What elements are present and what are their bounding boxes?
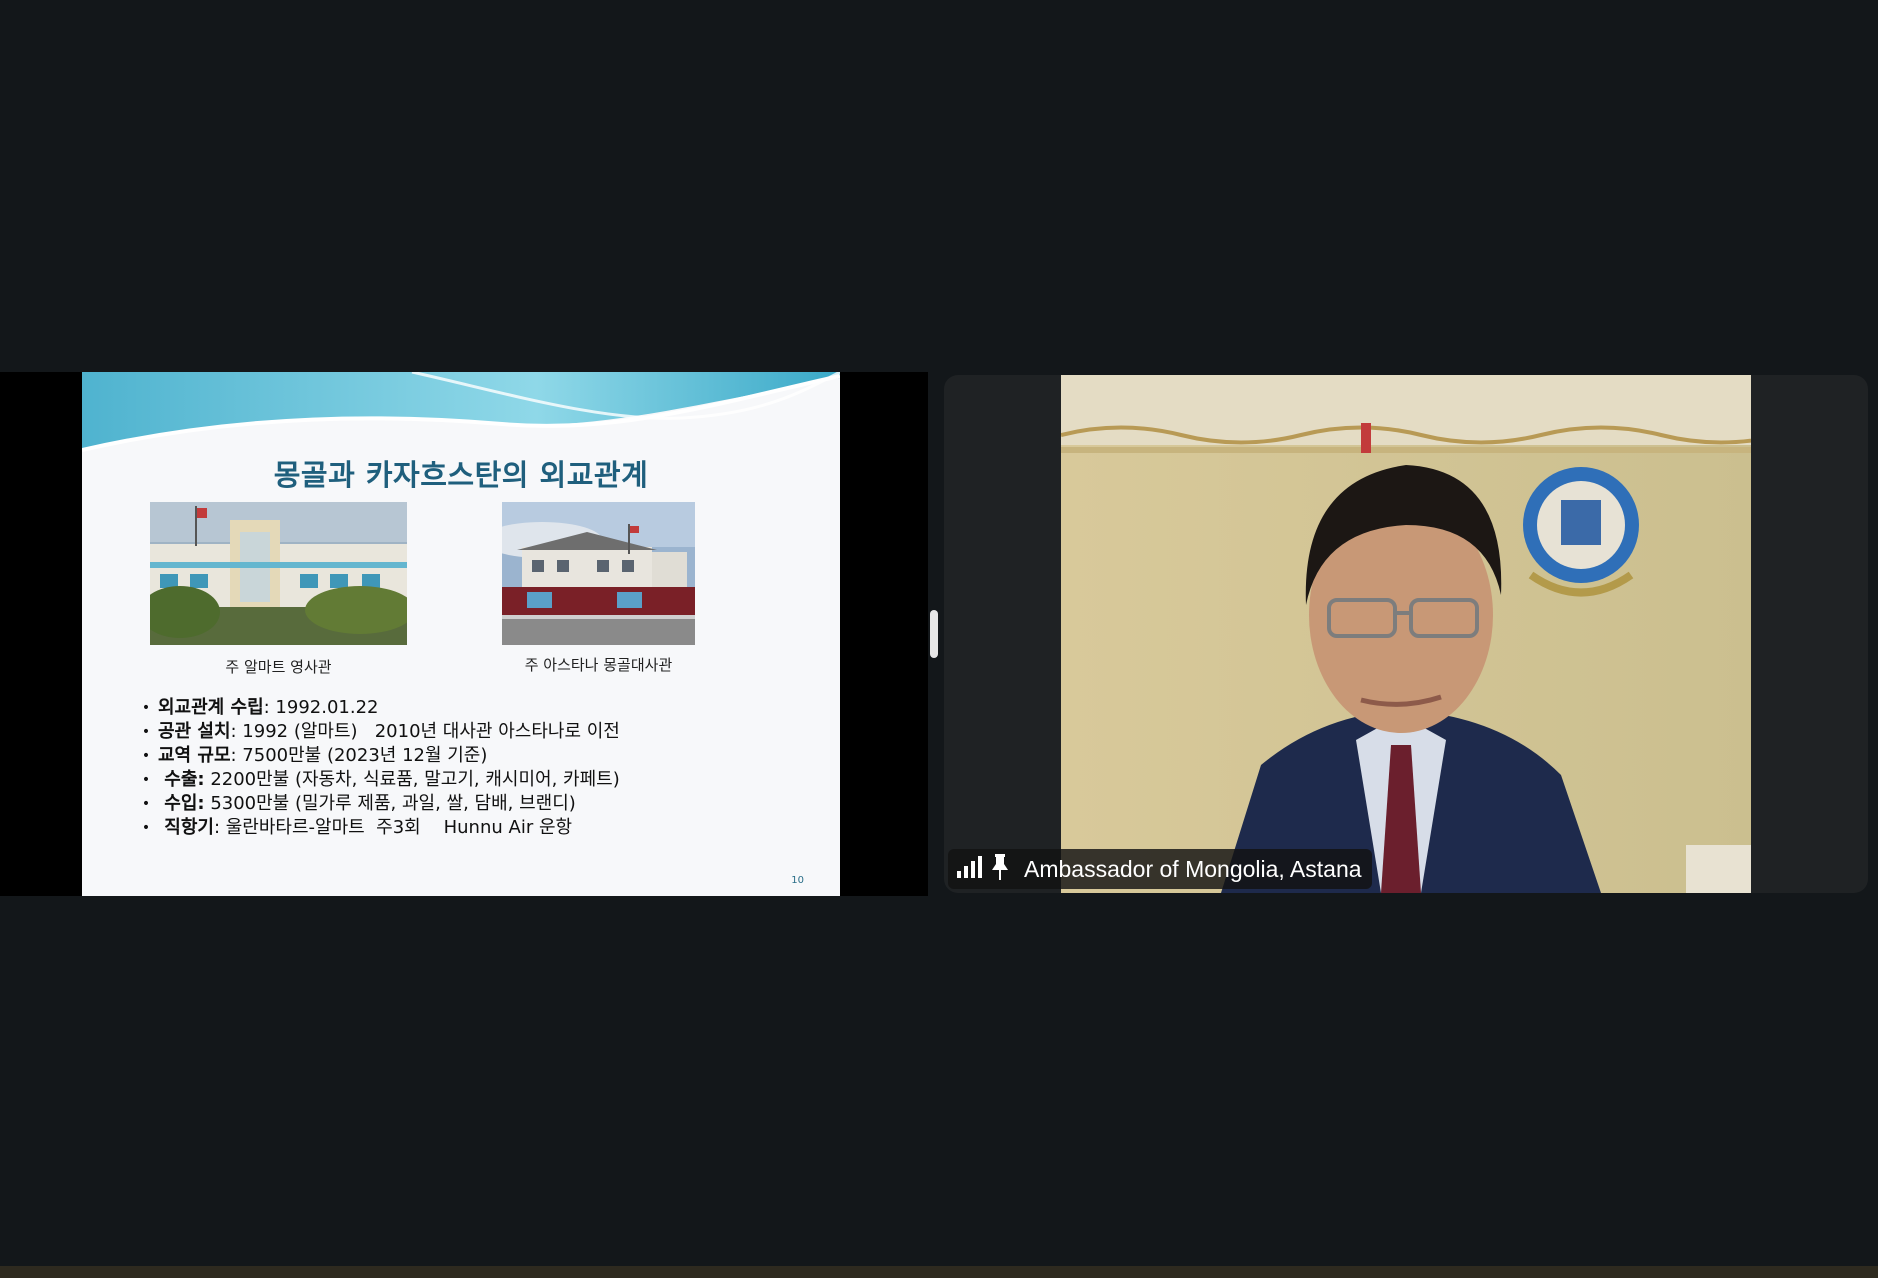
astana-embassy-photo: [502, 502, 695, 645]
bullet-marker: •: [141, 772, 151, 788]
participant-name-badge: Ambassador of Mongolia, Astana: [948, 849, 1372, 889]
slide-bullet-list: • 외교관계 수립: 1992.01.22 • 공관 설치: 1992 (알마트) …: [134, 696, 620, 840]
bullet-bold: 외교관계 수립: [158, 697, 264, 718]
screen-share-pane: 몽골과 카자흐스탄의 외교관계 주 알마트 영사관 주 아스타나 몽골대사관 •…: [0, 372, 928, 896]
bullet-bold: 수출:: [158, 769, 205, 790]
participant-video-feed: [1061, 375, 1751, 893]
pin-icon[interactable]: [990, 854, 1010, 884]
presentation-slide: 몽골과 카자흐스탄의 외교관계 주 알마트 영사관 주 아스타나 몽골대사관 •…: [82, 372, 840, 896]
bullet-bold: 교역 규모: [158, 745, 231, 766]
splitter-drag-handle[interactable]: [930, 610, 938, 658]
bullet-item: • 수입: 5300만불 (밀가루 제품, 과일, 쌀, 담배, 브랜디): [134, 792, 620, 816]
bullet-text: : 1992 (알마트) 2010년 대사관 아스타나로 이전: [230, 721, 620, 742]
slide-header-wave: [82, 372, 840, 452]
participant-name: Ambassador of Mongolia, Astana: [1024, 855, 1362, 882]
bullet-marker: •: [141, 700, 151, 716]
bullet-text: 5300만불 (밀가루 제품, 과일, 쌀, 담배, 브랜디): [204, 793, 576, 814]
bullet-bold: 수입:: [158, 793, 205, 814]
bullet-item: • 수출: 2200만불 (자동차, 식료품, 말고기, 캐시미어, 카페트): [134, 768, 620, 792]
bullet-marker: •: [141, 748, 151, 764]
photo-caption-astana: 주 아스타나 몽골대사관: [524, 656, 673, 674]
bullet-bold: 직항기: [158, 817, 214, 838]
almaty-consulate-photo: [150, 502, 407, 645]
bullet-marker: •: [141, 724, 151, 740]
bullet-item: • 공관 설치: 1992 (알마트) 2010년 대사관 아스타나로 이전: [134, 720, 620, 744]
bullet-marker: •: [141, 820, 151, 836]
photo-caption-almaty: 주 알마트 영사관: [225, 658, 332, 676]
bullet-item: • 교역 규모: 7500만불 (2023년 12월 기준): [134, 744, 620, 768]
slide-page-number: 10: [791, 875, 804, 886]
participant-video-tile[interactable]: Ambassador of Mongolia, Astana: [944, 375, 1868, 893]
bullet-marker: •: [141, 796, 151, 812]
bullet-bold: 공관 설치: [158, 721, 231, 742]
bullet-text: : 1992.01.22: [263, 697, 379, 718]
bullet-text: 2200만불 (자동차, 식료품, 말고기, 캐시미어, 카페트): [204, 769, 620, 790]
signal-strength-icon: [956, 856, 982, 882]
bullet-text: : 울란바타르-알마트 주3회 Hunnu Air 운항: [213, 817, 573, 838]
bottom-edge-strip: [0, 1266, 1878, 1278]
slide-title: 몽골과 카자흐스탄의 외교관계: [273, 458, 649, 492]
bullet-item: • 외교관계 수립: 1992.01.22: [134, 696, 620, 720]
bullet-text: : 7500만불 (2023년 12월 기준): [230, 745, 488, 766]
bullet-item: • 직항기: 울란바타르-알마트 주3회 Hunnu Air 운항: [134, 816, 620, 840]
